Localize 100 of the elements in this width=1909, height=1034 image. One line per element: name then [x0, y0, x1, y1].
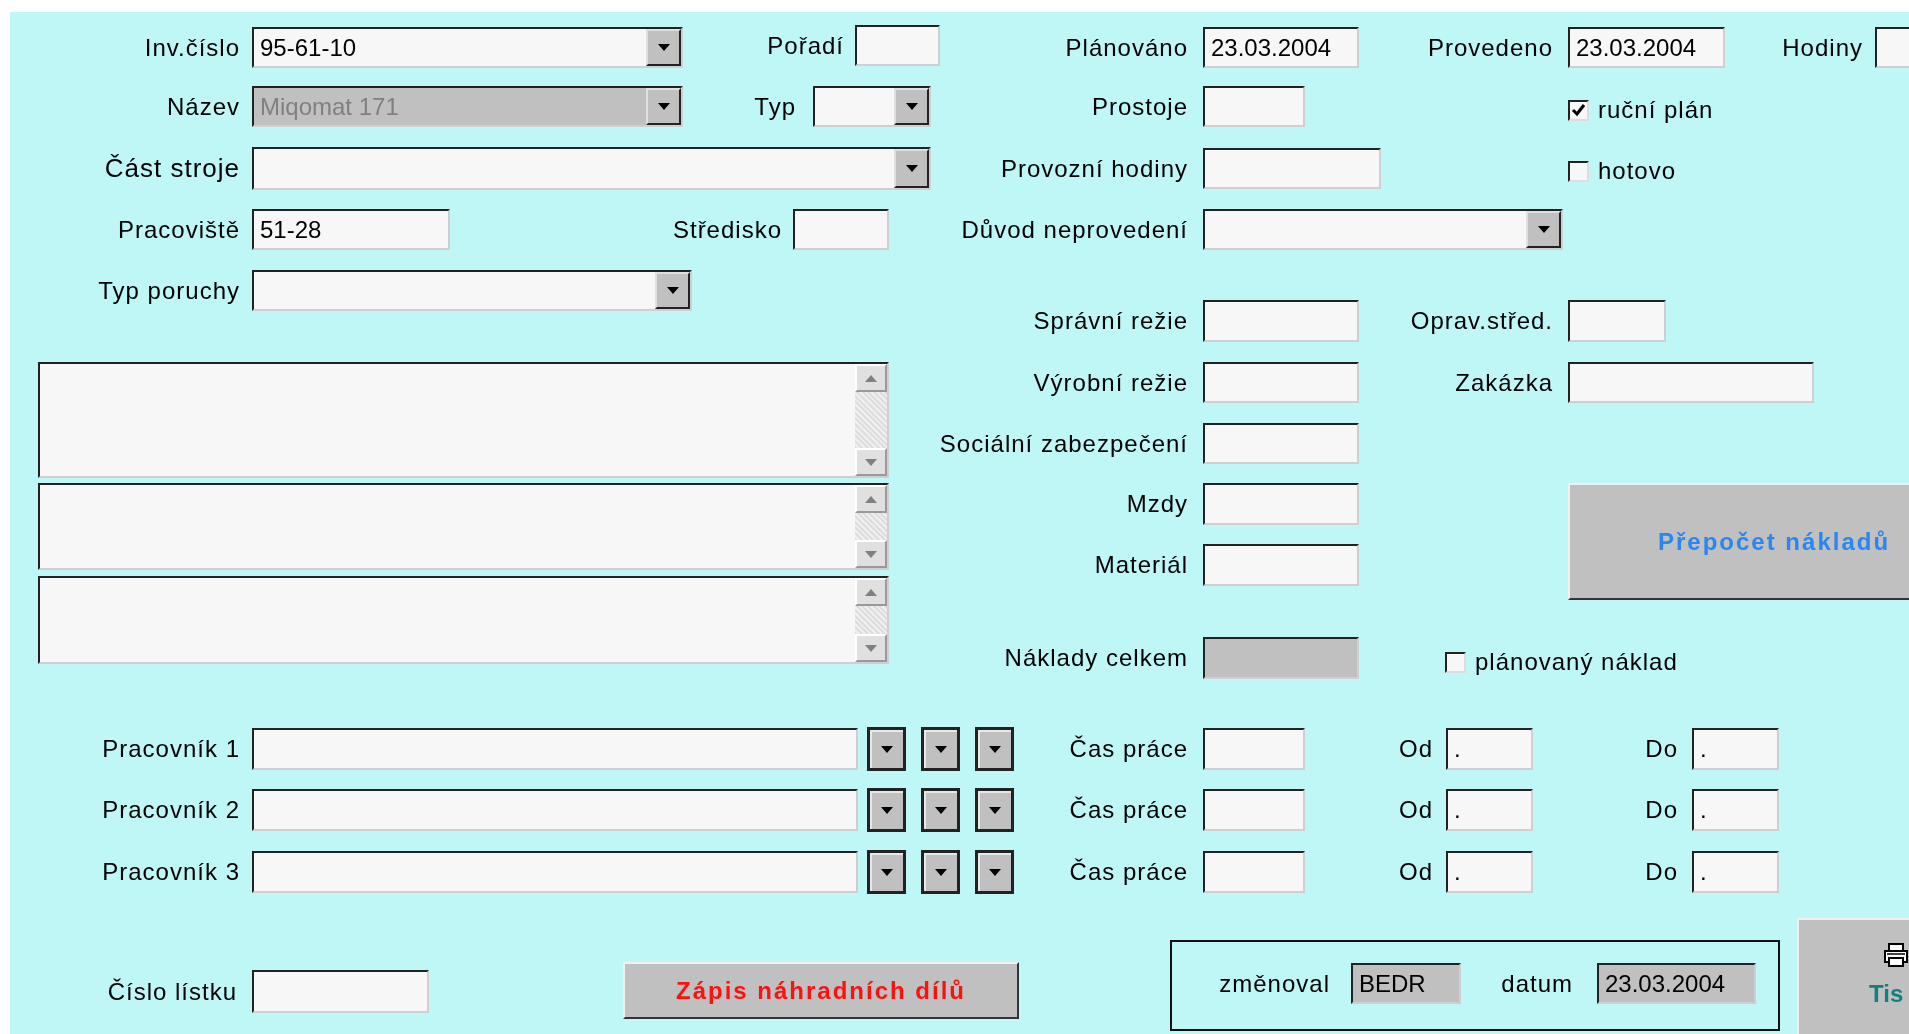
- text-field[interactable]: [793, 209, 889, 250]
- scroll-down-button[interactable]: [855, 540, 887, 568]
- caret-icon: [657, 103, 670, 110]
- combo-box[interactable]: [252, 147, 931, 190]
- caret-icon: [880, 806, 893, 814]
- field-label: Pořadí: [767, 31, 844, 61]
- field-label: Středisko: [672, 215, 782, 245]
- field-label: Typ poruchy: [98, 276, 240, 306]
- text-field[interactable]: .: [1446, 851, 1533, 893]
- field-label: Čas práce: [1069, 734, 1188, 764]
- caret-icon: [988, 868, 1001, 876]
- field-label: Od: [1399, 734, 1433, 764]
- dropdown-button[interactable]: [922, 789, 959, 831]
- dropdown-button[interactable]: [868, 851, 905, 893]
- text-field[interactable]: 23.03.2004: [1597, 963, 1756, 1004]
- text-field[interactable]: [252, 851, 858, 893]
- printer-icon: [1883, 942, 1909, 968]
- text-field[interactable]: [1203, 637, 1359, 679]
- field-label: Výrobní režie: [1033, 368, 1188, 398]
- field-label: Název: [166, 92, 240, 122]
- scroll-down-button[interactable]: [855, 448, 887, 476]
- scroll-down-button[interactable]: [855, 634, 887, 662]
- scrollbar[interactable]: [855, 578, 887, 662]
- dropdown-button[interactable]: [922, 851, 959, 893]
- field-label: Provozní hodiny: [1000, 154, 1188, 184]
- field-label: Prostoje: [1091, 92, 1188, 122]
- text-field[interactable]: [252, 728, 858, 770]
- caret-icon: [988, 806, 1001, 814]
- text-field[interactable]: 51-28: [252, 209, 450, 250]
- caret-icon: [934, 806, 947, 814]
- field-label: Do: [1645, 795, 1678, 825]
- field-label: Náklady celkem: [1004, 643, 1188, 673]
- field-label: Od: [1399, 857, 1433, 887]
- combo-box[interactable]: [1203, 209, 1563, 250]
- dropdown-button[interactable]: [868, 728, 905, 770]
- memo-field[interactable]: [38, 483, 889, 570]
- up-arrow-icon: [865, 588, 877, 596]
- field-label: Pracovník 2: [102, 795, 240, 825]
- text-field[interactable]: [1203, 483, 1359, 525]
- field-label: Pracoviště: [117, 215, 240, 245]
- text-field[interactable]: BEDR: [1351, 963, 1461, 1004]
- field-label: Správní režie: [1033, 306, 1188, 336]
- text-field[interactable]: [1568, 300, 1666, 342]
- text-field[interactable]: [1203, 544, 1359, 586]
- scroll-up-button[interactable]: [855, 578, 887, 606]
- text-field[interactable]: [1203, 362, 1359, 403]
- text-field[interactable]: 23.03.2004: [1203, 27, 1359, 68]
- field-label: datum: [1501, 969, 1573, 999]
- text-field[interactable]: [1203, 300, 1359, 342]
- up-arrow-icon: [865, 374, 877, 382]
- combo-box[interactable]: [252, 270, 692, 311]
- text-field[interactable]: .: [1692, 851, 1779, 893]
- field-label: změnoval: [1219, 969, 1330, 999]
- dropdown-button[interactable]: [976, 851, 1013, 893]
- memo-field[interactable]: [38, 362, 889, 478]
- field-label: Provedeno: [1427, 33, 1553, 63]
- text-field[interactable]: [1203, 728, 1305, 770]
- dropdown-button[interactable]: [976, 728, 1013, 770]
- scrollbar[interactable]: [855, 485, 887, 568]
- down-arrow-icon: [865, 550, 877, 558]
- text-field[interactable]: 23.03.2004: [1568, 27, 1725, 68]
- text-field[interactable]: [1203, 789, 1305, 831]
- checkbox[interactable]: [1445, 652, 1466, 673]
- text-field[interactable]: .: [1446, 728, 1533, 770]
- field-label: Oprav.střed.: [1410, 306, 1553, 336]
- scroll-up-button[interactable]: [855, 364, 887, 392]
- field-label: Plánováno: [1065, 33, 1188, 63]
- dropdown-button[interactable]: [922, 728, 959, 770]
- scrollbar[interactable]: [855, 364, 887, 476]
- text-field[interactable]: .: [1692, 789, 1779, 831]
- text-field[interactable]: .: [1446, 789, 1533, 831]
- caret-icon: [1537, 226, 1550, 233]
- text-field[interactable]: [1203, 851, 1305, 893]
- caret-icon: [934, 868, 947, 876]
- combo-box[interactable]: [813, 86, 931, 127]
- text-field[interactable]: [1203, 148, 1381, 189]
- memo-field[interactable]: [38, 576, 889, 664]
- field-label: Do: [1645, 734, 1678, 764]
- field-label: Pracovník 3: [102, 857, 240, 887]
- checkbox[interactable]: [1568, 100, 1589, 121]
- text-field[interactable]: .: [1692, 728, 1779, 770]
- field-label: Do: [1645, 857, 1678, 887]
- field-label: Část stroje: [104, 152, 240, 185]
- checkbox-label: ruční plán: [1598, 95, 1714, 125]
- field-label: Mzdy: [1126, 489, 1188, 519]
- text-field[interactable]: [1203, 86, 1305, 127]
- caret-icon: [934, 745, 947, 753]
- dropdown-button[interactable]: [976, 789, 1013, 831]
- text-field[interactable]: [855, 25, 940, 66]
- text-field[interactable]: [252, 789, 858, 831]
- text-field[interactable]: [252, 970, 429, 1013]
- scroll-up-button[interactable]: [855, 485, 887, 513]
- checkbox[interactable]: [1568, 161, 1589, 182]
- text-field[interactable]: [1203, 423, 1359, 464]
- field-label: Čas práce: [1069, 857, 1188, 887]
- field-label: Důvod neprovedení: [961, 215, 1188, 245]
- text-field[interactable]: [1568, 362, 1814, 403]
- field-label: Pracovník 1: [102, 734, 240, 764]
- dropdown-button[interactable]: [868, 789, 905, 831]
- combo-box[interactable]: 95-61-10: [252, 27, 683, 68]
